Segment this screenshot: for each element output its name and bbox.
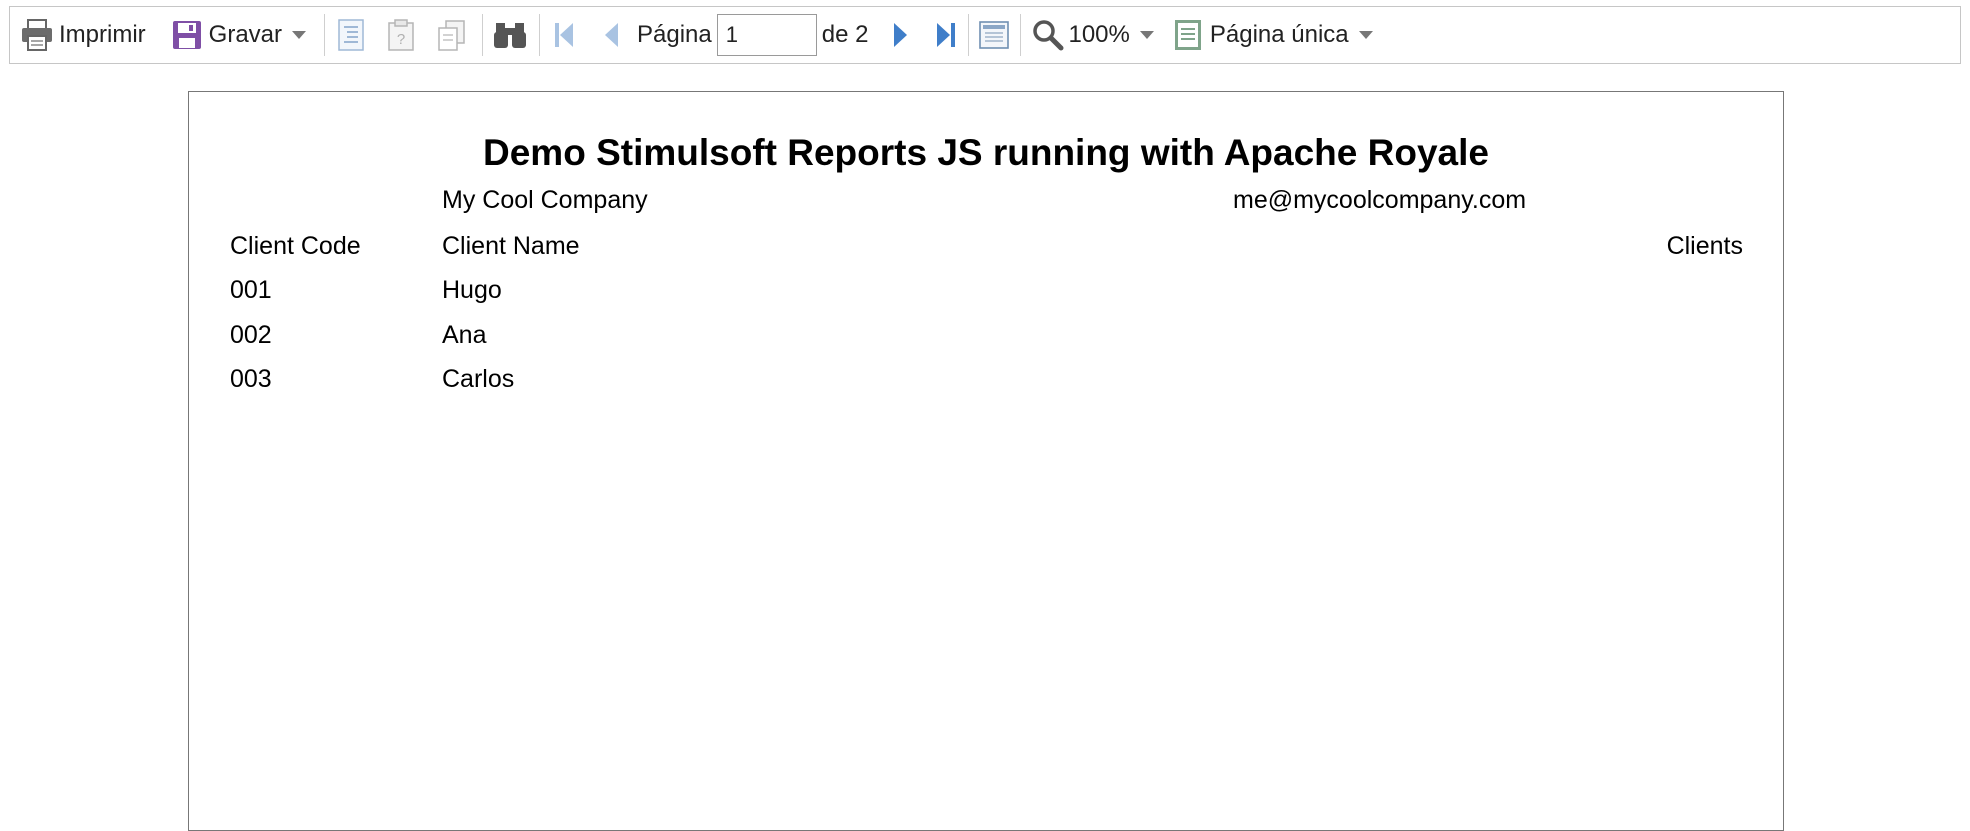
parameters-icon: ? <box>387 19 415 51</box>
chevron-down-icon <box>292 31 307 39</box>
header-client-code: Client Code <box>230 232 361 260</box>
last-page-button[interactable] <box>936 13 956 57</box>
previous-page-icon <box>604 22 619 48</box>
save-label: Gravar <box>208 21 283 48</box>
client-name-cell: Hugo <box>442 276 502 304</box>
toolbar-divider <box>1020 14 1022 56</box>
previous-page-button[interactable] <box>604 13 619 57</box>
chevron-down-icon <box>1358 31 1373 39</box>
header-clients: Clients <box>1666 232 1743 260</box>
bookmarks-icon <box>336 19 366 51</box>
viewer-toolbar: Imprimir Gravar ? Página 1 de 2 100% Pág… <box>9 6 1961 64</box>
company-email: me@mycoolcompany.com <box>1233 186 1527 214</box>
company-name: My Cool Company <box>442 186 648 214</box>
zoom-dropdown[interactable]: 100% <box>1032 13 1154 57</box>
page-label: Página <box>637 21 712 48</box>
client-code-cell: 002 <box>230 321 272 349</box>
page-number-input[interactable] <box>716 14 817 56</box>
zoom-label: 100% <box>1068 21 1130 48</box>
first-page-icon <box>554 21 574 49</box>
chevron-down-icon <box>1139 31 1154 39</box>
single-page-icon <box>1174 19 1202 51</box>
view-mode-label: Página única <box>1209 21 1349 48</box>
editor-icon <box>436 19 468 51</box>
client-name-cell: Ana <box>442 321 487 349</box>
binoculars-icon <box>493 20 527 50</box>
page-count-label: de 2 <box>821 21 869 48</box>
svg-text:?: ? <box>397 31 405 48</box>
report-title: Demo Stimulsoft Reports JS running with … <box>483 132 1489 173</box>
toolbar-divider <box>482 14 484 56</box>
next-page-icon <box>894 22 908 48</box>
report-page: Demo Stimulsoft Reports JS running with … <box>188 91 1784 831</box>
full-screen-icon <box>979 21 1010 49</box>
full-screen-button[interactable] <box>979 13 1010 57</box>
toolbar-divider <box>539 14 541 56</box>
client-name-cell: Carlos <box>442 365 515 393</box>
bookmarks-button[interactable] <box>336 13 366 57</box>
printer-icon <box>20 18 54 52</box>
magnifier-icon <box>1032 19 1064 51</box>
print-button[interactable]: Imprimir <box>20 13 146 57</box>
toolbar-divider <box>324 14 326 56</box>
print-label: Imprimir <box>59 21 146 48</box>
client-code-cell: 003 <box>230 365 272 393</box>
view-mode-dropdown[interactable]: Página única <box>1174 13 1373 57</box>
next-page-button[interactable] <box>894 13 908 57</box>
floppy-disk-icon <box>172 20 202 50</box>
client-code-cell: 001 <box>230 276 272 304</box>
save-button[interactable]: Gravar <box>172 13 307 57</box>
editor-button[interactable] <box>436 13 468 57</box>
toolbar-divider <box>968 14 970 56</box>
parameters-button[interactable]: ? <box>387 13 415 57</box>
find-button[interactable] <box>493 13 527 57</box>
last-page-icon <box>936 21 956 49</box>
header-client-name: Client Name <box>442 232 580 260</box>
first-page-button[interactable] <box>554 13 574 57</box>
